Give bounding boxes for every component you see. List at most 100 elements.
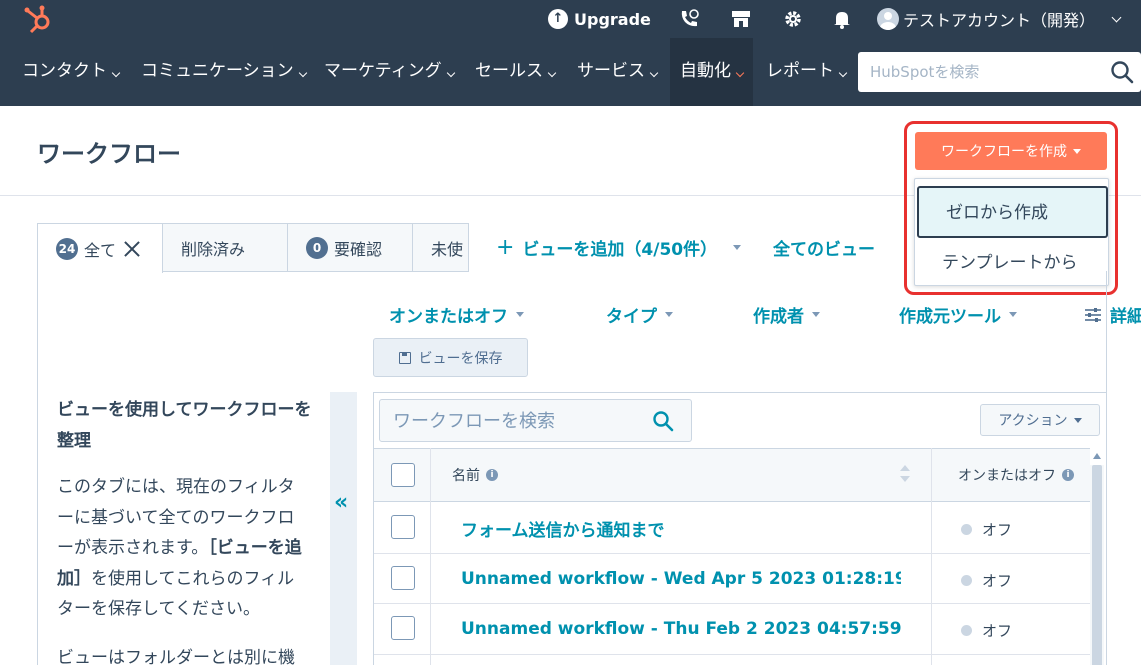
page-title: ワークフロー (37, 140, 181, 168)
close-icon[interactable] (124, 241, 140, 257)
status-dot (961, 625, 972, 636)
upgrade-button[interactable]: ↑ Upgrade (548, 9, 651, 29)
caret-down-icon (733, 245, 742, 250)
global-search-input[interactable] (870, 60, 1100, 84)
account-name: テストアカウント（開発） (903, 11, 1096, 30)
tab-deleted[interactable]: 削除済み (162, 223, 288, 272)
search-icon[interactable] (1109, 59, 1135, 85)
filter-source-tool[interactable]: 作成元ツール (899, 302, 1017, 327)
bell-icon[interactable] (831, 8, 853, 30)
top-bar: ↑ Upgrade テストアカウント（開発） (0, 0, 1141, 38)
column-divider (430, 448, 431, 665)
row-divider (374, 603, 1090, 604)
row-checkbox[interactable] (391, 566, 415, 590)
caret-down-icon (1073, 417, 1082, 423)
nav-item-automation[interactable]: 自動化 (670, 38, 753, 106)
scroll-up-icon[interactable] (1093, 453, 1101, 459)
plus-icon: + (496, 235, 515, 260)
nav-item-sales[interactable]: セールス (475, 38, 557, 106)
chevron-down-icon (111, 68, 121, 78)
save-view-button[interactable]: ビューを保存 (373, 338, 528, 377)
main-nav: コンタクト コミュニケーション マーケティング セールス サービス 自動化 レポ… (0, 38, 1141, 106)
avatar (877, 8, 899, 30)
collapse-sidebar-button[interactable]: « (330, 392, 357, 665)
nav-label: コンタクト (22, 61, 107, 81)
status-dot (961, 575, 972, 586)
gear-icon[interactable] (782, 8, 804, 30)
table-scrollbar-thumb[interactable] (1092, 465, 1102, 665)
nav-label: 自動化 (680, 61, 731, 81)
caret-down-icon (1073, 148, 1081, 154)
workflow-search-input[interactable] (393, 409, 643, 433)
tab-label: 削除済み (181, 239, 246, 259)
sidebar-description-2: ビューはフォルダーとは別に機 (57, 648, 295, 665)
nav-item-reports[interactable]: レポート (766, 38, 848, 106)
filter-type[interactable]: タイプ (606, 302, 673, 327)
account-menu[interactable]: テストアカウント（開発） (877, 7, 1122, 31)
column-header-status[interactable]: オンまたはオフ i (958, 465, 1074, 485)
caret-down-icon (1009, 312, 1017, 317)
advanced-label: 詳細 (1110, 307, 1141, 327)
status-dot (961, 524, 972, 535)
info-icon[interactable]: i (486, 469, 498, 481)
save-view-label: ビューを保存 (418, 350, 503, 367)
column-divider (931, 448, 932, 665)
sort-icon[interactable] (900, 464, 910, 484)
select-all-checkbox[interactable] (391, 463, 415, 487)
status-text: オフ (982, 622, 1013, 640)
filter-creator[interactable]: 作成者 (753, 302, 820, 327)
add-view-button[interactable]: + ビューを追加（4/50件） (496, 235, 742, 260)
nav-label: コミュニケーション (141, 61, 294, 81)
column-label: オンまたはオフ (958, 468, 1056, 484)
search-icon[interactable] (652, 410, 674, 432)
phone-icon[interactable] (678, 8, 700, 30)
actions-button[interactable]: アクション (980, 404, 1100, 436)
sidebar-heading: ビューを使用してワークフローを整理 (57, 400, 312, 451)
nav-item-service[interactable]: サービス (577, 38, 659, 106)
tab-unused[interactable]: 未使 (412, 223, 469, 272)
filter-label: タイプ (606, 307, 657, 327)
filter-label: オンまたはオフ (389, 307, 508, 327)
info-icon[interactable]: i (1062, 469, 1074, 481)
chevron-down-icon (838, 68, 848, 78)
hubspot-logo-icon[interactable] (22, 4, 56, 34)
arrow-up-icon: ↑ (548, 9, 568, 29)
filter-label: 作成元ツール (899, 307, 1001, 327)
create-workflow-dropdown: ゼロから作成 テンプレートから (914, 178, 1109, 286)
status-text: オフ (982, 521, 1013, 539)
caret-down-icon (812, 312, 820, 317)
dropdown-item-from-scratch[interactable]: ゼロから作成 (917, 186, 1108, 238)
tab-all[interactable]: 24 全て (37, 223, 163, 273)
row-checkbox[interactable] (391, 515, 415, 539)
workflow-name-link[interactable]: フォーム送信から通知まで (461, 516, 901, 541)
tab-needs-review[interactable]: 0 要確認 (287, 223, 413, 272)
nav-label: レポート (766, 61, 834, 81)
caret-down-icon (665, 312, 673, 317)
nav-label: セールス (475, 61, 543, 81)
sidebar-text-part: を使用してこれらのフィルターを保存してください。 (57, 568, 295, 620)
sliders-icon (1085, 307, 1101, 322)
filter-on-off[interactable]: オンまたはオフ (389, 302, 524, 327)
chevron-down-icon (298, 68, 307, 78)
status-cell: オフ (961, 620, 1012, 641)
advanced-filters-button[interactable]: 詳細 (1084, 302, 1141, 327)
caret-down-icon (516, 312, 524, 317)
nav-item-communication[interactable]: コミュニケーション (141, 38, 307, 106)
sidebar-description: このタブには、現在のフィルターに基づいて全てのワークフローが表示されます。［ビュ… (57, 472, 309, 625)
nav-item-marketing[interactable]: マーケティング (324, 38, 455, 106)
status-cell: オフ (961, 519, 1012, 540)
add-view-label: ビューを追加（4/50件） (522, 240, 718, 260)
marketplace-icon[interactable] (730, 8, 752, 30)
chevron-down-icon (446, 68, 455, 78)
column-header-name[interactable]: 名前 i (452, 465, 498, 485)
all-views-link[interactable]: 全てのビュー (773, 235, 875, 260)
upgrade-label: Upgrade (574, 9, 651, 29)
actions-label: アクション (998, 413, 1068, 429)
workflow-name-link[interactable]: Unnamed workflow - Thu Feb 2 2023 04:57:… (461, 619, 901, 639)
count-badge: 24 (56, 237, 78, 260)
create-workflow-button[interactable]: ワークフローを作成 (915, 132, 1107, 170)
nav-item-contacts[interactable]: コンタクト (22, 38, 121, 106)
workflow-name-link[interactable]: Unnamed workflow - Wed Apr 5 2023 01:28:… (461, 569, 901, 589)
column-label: 名前 (452, 468, 480, 484)
row-checkbox[interactable] (391, 616, 415, 640)
